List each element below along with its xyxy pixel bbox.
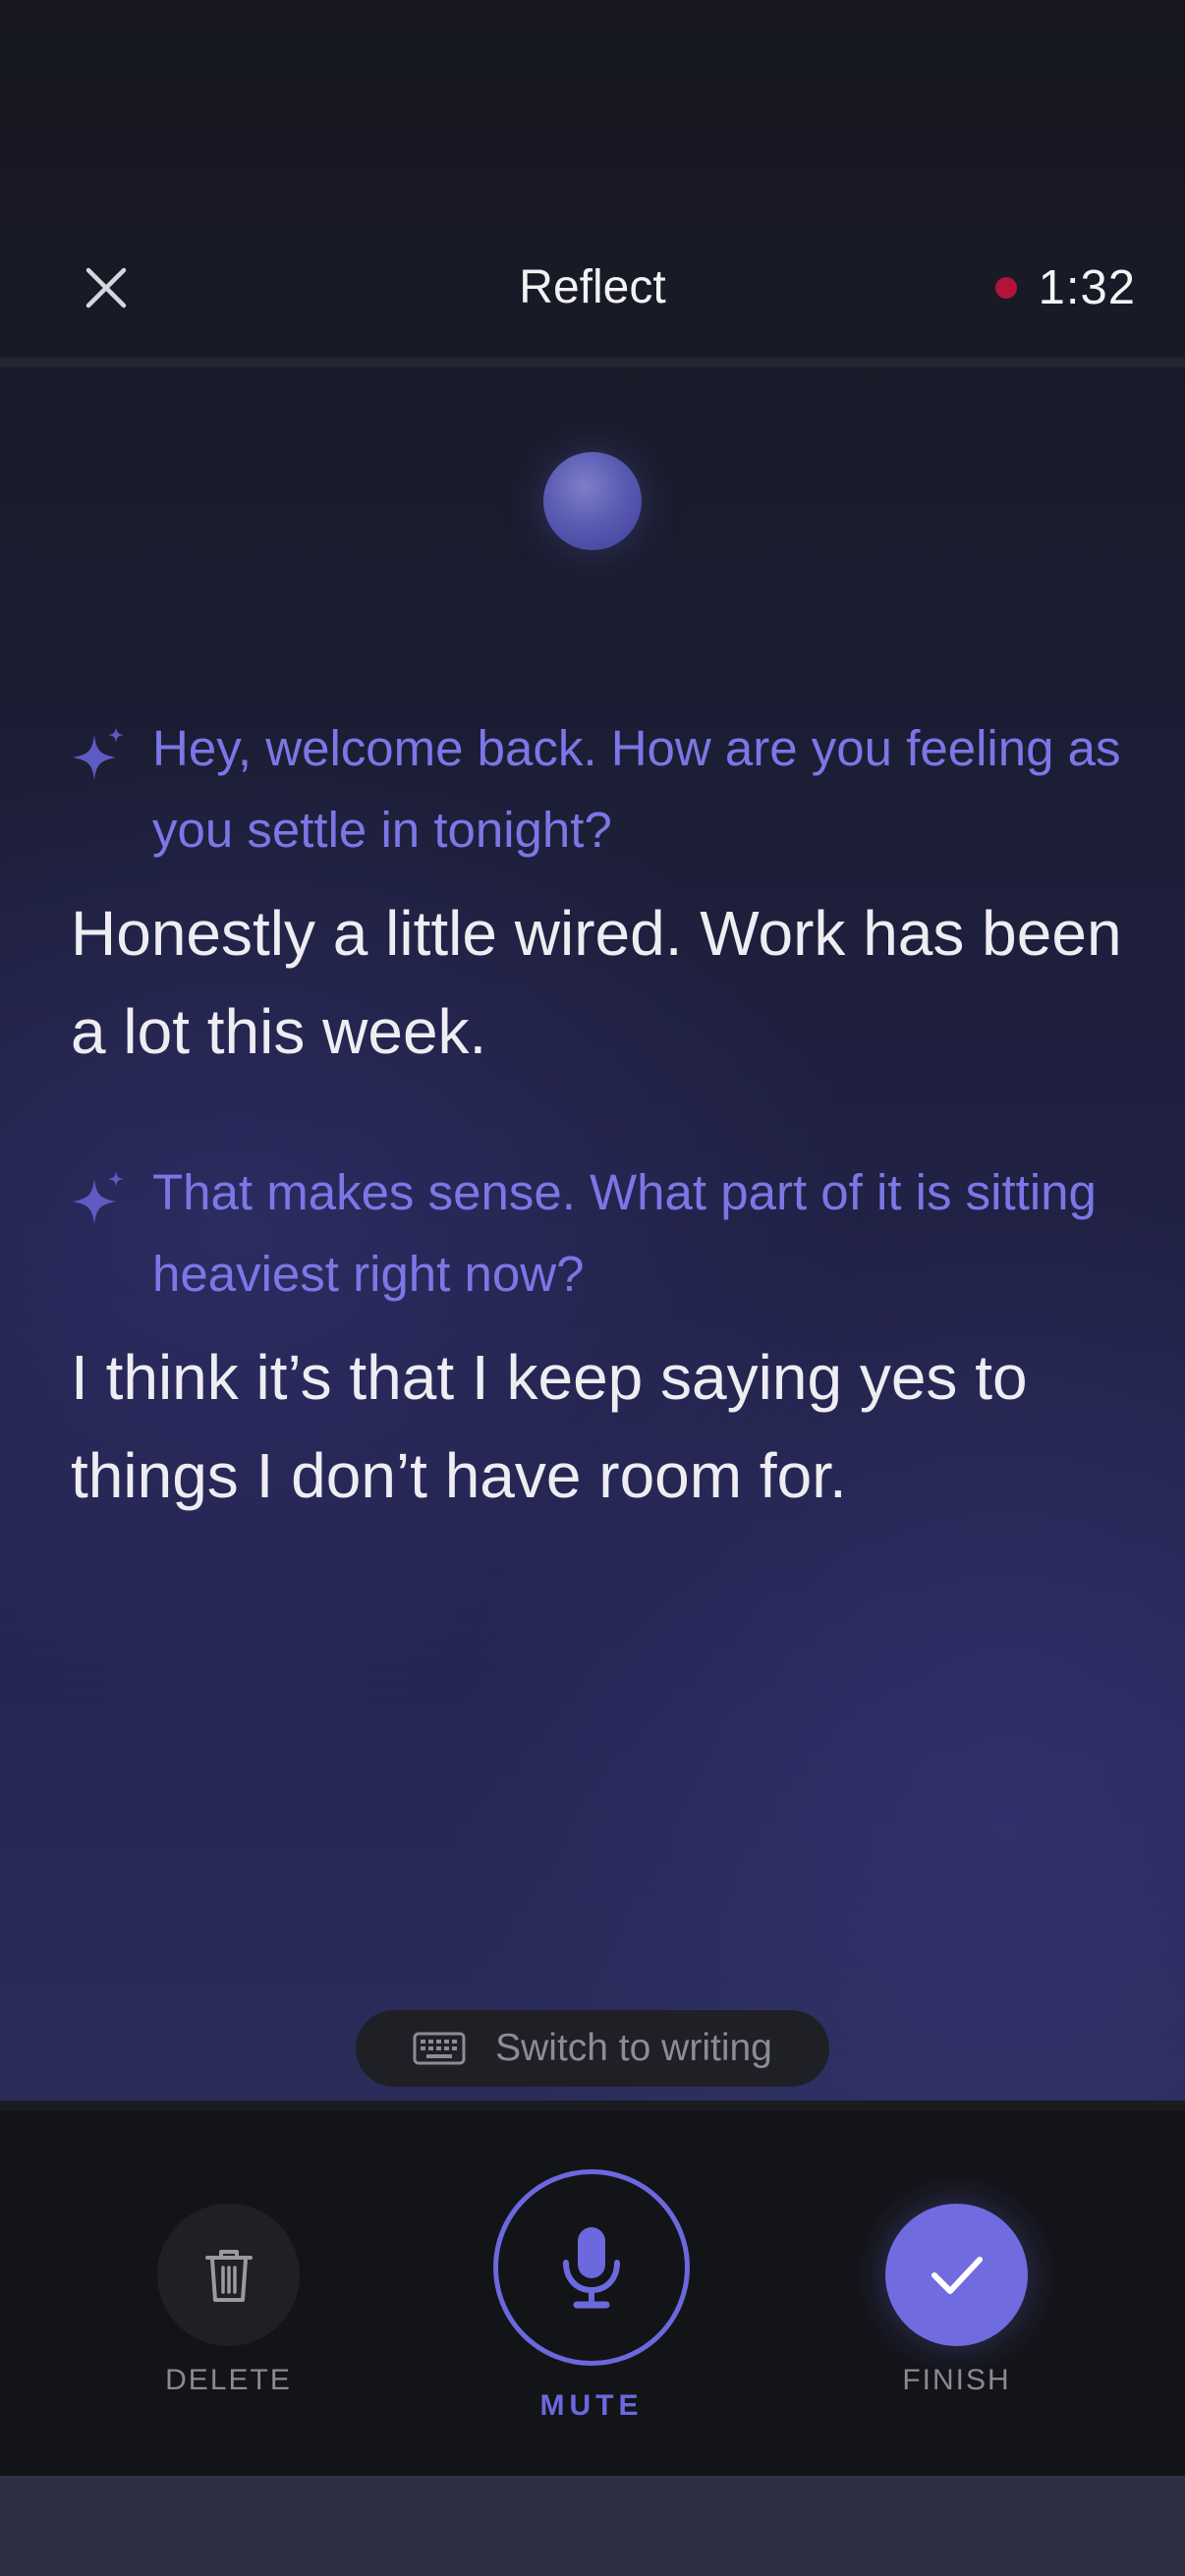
switch-to-writing-button[interactable]: Switch to writing [356,2010,829,2087]
header-divider [0,358,1185,367]
system-navigation-strip [0,2476,1185,2576]
user-message-text: Honestly a little wired. Work has been a… [71,898,1122,1067]
recording-timer: 1:32 [994,251,1136,324]
checkmark-icon [931,2256,983,2294]
timer-text: 1:32 [1038,260,1136,314]
ai-message-text: Hey, welcome back. How are you feeling a… [152,720,1121,858]
user-message-text: I think it’s that I keep saying yes to t… [71,1342,1028,1511]
microphone-icon [563,2227,620,2309]
finish-button[interactable] [885,2204,1028,2346]
voice-orb [543,452,642,550]
sparkle-icon [73,1171,124,1224]
mute-control: MUTE [493,2169,690,2423]
ai-message: That makes sense. What part of it is sit… [71,1151,1132,1315]
header: Reflect 1:32 [0,206,1185,354]
trash-icon [204,2249,253,2302]
reflect-screen: Reflect 1:32 Hey, welcome back. How are … [0,0,1185,2576]
bottom-controls: DELETE MUTE FINISH [0,2100,1185,2476]
mute-label: MUTE [539,2389,644,2422]
conversation: Hey, welcome back. How are you feeling a… [71,707,1132,1525]
recording-dot-icon [994,276,1017,299]
switch-to-writing-label: Switch to writing [495,2027,772,2069]
delete-button[interactable] [157,2204,300,2346]
mute-button[interactable] [493,2169,690,2366]
sparkle-icon [73,727,124,780]
delete-control: DELETE [157,2204,300,2397]
finish-control: FINISH [885,2204,1028,2397]
ai-message: Hey, welcome back. How are you feeling a… [71,707,1132,870]
finish-label: FINISH [902,2364,1011,2396]
delete-label: DELETE [165,2364,292,2396]
keyboard-icon [413,2032,466,2065]
ai-message-text: That makes sense. What part of it is sit… [152,1164,1097,1302]
